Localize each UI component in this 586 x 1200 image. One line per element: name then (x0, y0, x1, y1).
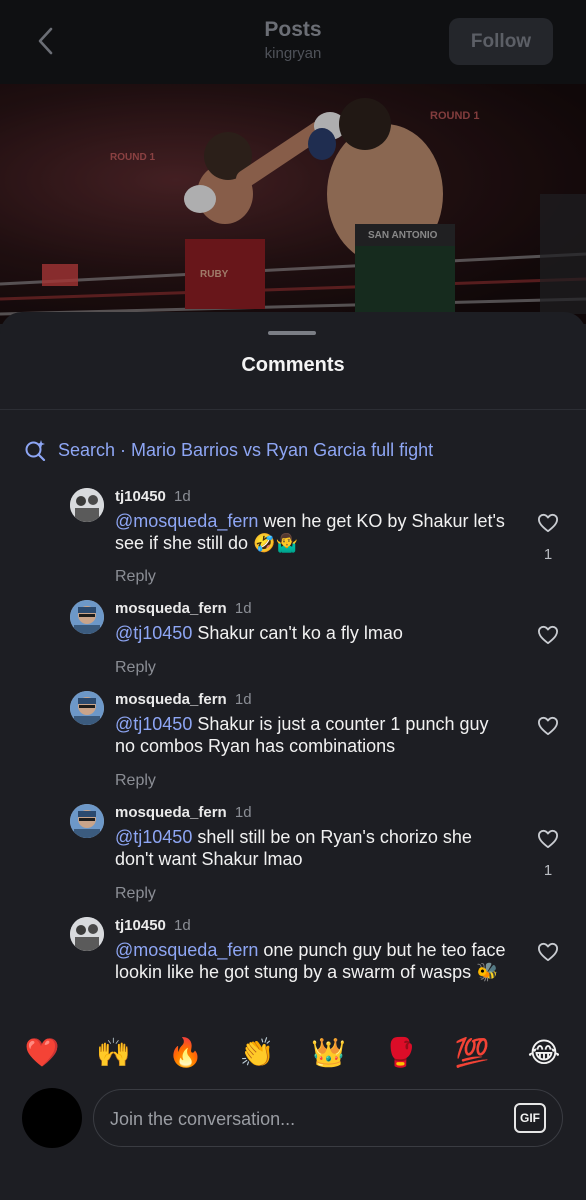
heart-icon (538, 513, 558, 533)
comment-header: tj10450 1d (115, 488, 191, 505)
emoji-hundred-button[interactable]: 💯 (454, 1037, 490, 1069)
comment-username[interactable]: mosqueda_fern (115, 600, 227, 617)
avatar-image (70, 804, 104, 838)
comment-timestamp: 1d (234, 600, 252, 617)
reply-button[interactable]: Reply (115, 772, 156, 790)
like-button[interactable] (536, 715, 560, 737)
avatar[interactable] (70, 600, 104, 634)
emoji-crown-button[interactable]: 👑 (311, 1037, 347, 1069)
avatar-image (70, 488, 104, 522)
heart-icon (538, 942, 558, 962)
sparkle-search-icon (25, 440, 46, 461)
comment-text: @mosqueda_fern wen he get KO by Shakur l… (115, 510, 507, 554)
related-search-link[interactable]: Search · Mario Barrios vs Ryan Garcia fu… (24, 438, 433, 462)
heart-icon (538, 625, 558, 645)
like-button[interactable] (536, 512, 560, 534)
comment-timestamp: 1d (174, 488, 191, 505)
comment-header: mosqueda_fern 1d (115, 600, 252, 617)
comment-text: @tj10450 shell still be on Ryan's choriz… (115, 826, 507, 870)
video-player[interactable]: ROUND 1 ROUND 1 SAN ANTONIO RUBY (0, 84, 586, 324)
search-suggestion-text: Search · Mario Barrios vs Ryan Garcia fu… (58, 439, 434, 460)
comment-username[interactable]: mosqueda_fern (115, 804, 227, 821)
avatar[interactable] (70, 691, 104, 725)
heart-icon (538, 829, 558, 849)
comment-timestamp: 1d (234, 691, 252, 708)
comment-username[interactable]: tj10450 (115, 917, 166, 934)
comment-item: tj10450 1d @mosqueda_fern one punch guy … (70, 917, 570, 1013)
reply-button[interactable]: Reply (115, 885, 156, 903)
emoji-fire-button[interactable]: 🔥 (167, 1037, 203, 1069)
comment-text: @mosqueda_fern one punch guy but he teo … (115, 939, 507, 983)
avatar[interactable] (70, 804, 104, 838)
emoji-clap-button[interactable]: 👏 (239, 1037, 275, 1069)
current-user-avatar[interactable] (22, 1088, 82, 1148)
emoji-laughing-button[interactable]: 😂 (526, 1037, 562, 1069)
like-button[interactable] (536, 624, 560, 646)
comment-item: mosqueda_fern 1d @tj10450 shell still be… (70, 804, 570, 904)
mention-link[interactable]: @tj10450 (115, 827, 192, 847)
comment-timestamp: 1d (234, 804, 252, 821)
gif-button[interactable]: GIF (514, 1103, 546, 1133)
like-count: 1 (543, 862, 553, 879)
emoji-boxing-glove-button[interactable]: 🥊 (383, 1037, 419, 1069)
sheet-grabber[interactable] (268, 331, 316, 335)
comments-title: Comments (241, 354, 345, 376)
avatar[interactable] (70, 917, 104, 951)
like-button[interactable] (536, 941, 560, 963)
mention-link[interactable]: @mosqueda_fern (115, 511, 258, 531)
comment-header: tj10450 1d (115, 917, 191, 934)
comment-text: @tj10450 Shakur can't ko a fly lmao (115, 622, 507, 644)
emoji-quick-bar: ❤️ 🙌 🔥 👏 👑 🥊 💯 😂 (0, 1030, 586, 1076)
follow-button[interactable]: Follow (449, 18, 553, 65)
reply-button[interactable]: Reply (115, 568, 156, 586)
comment-username[interactable]: mosqueda_fern (115, 691, 227, 708)
avatar[interactable] (70, 488, 104, 522)
emoji-raised-hands-button[interactable]: 🙌 (96, 1037, 132, 1069)
comment-item: mosqueda_fern 1d @tj10450 Shakur can't k… (70, 600, 570, 680)
reply-button[interactable]: Reply (115, 659, 156, 677)
mention-link[interactable]: @tj10450 (115, 623, 192, 643)
comment-timestamp: 1d (174, 917, 191, 934)
video-dim-overlay (0, 84, 586, 324)
comment-composer: GIF (93, 1089, 563, 1147)
avatar-image (70, 600, 104, 634)
like-count: 1 (543, 546, 553, 563)
heart-icon (538, 716, 558, 736)
comment-header: mosqueda_fern 1d (115, 804, 252, 821)
divider (0, 409, 586, 410)
top-bar: Posts kingryan Follow (0, 0, 586, 84)
comment-body: Shakur can't ko a fly lmao (192, 623, 403, 643)
mention-link[interactable]: @mosqueda_fern (115, 940, 258, 960)
avatar-image (70, 691, 104, 725)
like-button[interactable] (536, 828, 560, 850)
avatar-image (70, 917, 104, 951)
comment-username[interactable]: tj10450 (115, 488, 166, 505)
comment-text: @tj10450 Shakur is just a counter 1 punc… (115, 713, 507, 757)
comment-item: tj10450 1d @mosqueda_fern wen he get KO … (70, 488, 570, 588)
comment-item: mosqueda_fern 1d @tj10450 Shakur is just… (70, 691, 570, 791)
emoji-heart-button[interactable]: ❤️ (24, 1037, 60, 1069)
comment-input[interactable] (110, 1106, 490, 1132)
mention-link[interactable]: @tj10450 (115, 714, 192, 734)
comment-header: mosqueda_fern 1d (115, 691, 252, 708)
